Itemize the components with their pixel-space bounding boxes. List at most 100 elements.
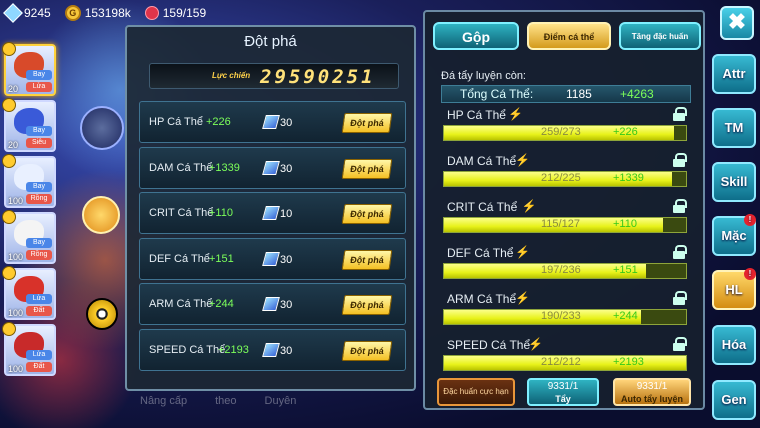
break-stone-icon [262, 297, 280, 311]
pokeball-badge-icon [2, 210, 16, 224]
stat-break-row: DAM Cá Thể +1339 30 Đột phá [139, 146, 406, 189]
break-stone-icon [262, 342, 280, 357]
lock-icon[interactable] [673, 107, 687, 121]
close-button[interactable]: ✖ [720, 6, 754, 40]
break-stone-icon [262, 160, 280, 175]
break-stone-cost: 30 [280, 162, 293, 175]
stat-bonus: +244 [209, 298, 234, 310]
underlay-tab-follow: theo [215, 395, 237, 407]
breakthrough-button[interactable]: Đột phá [341, 204, 393, 224]
breakthrough-button[interactable]: Đột phá [341, 113, 393, 133]
pokeball-icon[interactable] [86, 298, 118, 330]
pokemon-card[interactable]: 100 Bay Rồng [2, 210, 56, 264]
held-item-slot[interactable] [80, 106, 124, 150]
pokemon-card[interactable]: 20 Bay Siêu [2, 98, 56, 152]
stat-break-list: HP Cá Thể +226 30 Đột phá DAM Cá Thể +1339 30 Đ… [139, 101, 406, 374]
combat-power-value: 29590251 [260, 66, 376, 88]
stat-name: CRIT Cá Thể [447, 200, 518, 214]
pokeball-badge-icon [2, 322, 16, 336]
type-tag: Bay [26, 70, 52, 80]
pokemon-card[interactable]: 100 Lửa Đất [2, 266, 56, 320]
pokemon-card[interactable]: 20 Bay Lửa [2, 42, 56, 96]
lightning-icon: ⚡ [521, 199, 537, 213]
menu-label: Gen [721, 392, 747, 407]
breakthrough-button[interactable]: Đột phá [341, 340, 393, 361]
break-stone-icon [262, 115, 280, 129]
stones-remaining-label: Đá tẩy luyện còn: [441, 70, 526, 82]
menu-hl-button[interactable]: HL! [712, 268, 756, 310]
stat-name: HP Cá Thể [149, 116, 204, 128]
lock-icon[interactable] [673, 245, 687, 259]
type-tag: Đất [26, 362, 52, 372]
alert-badge-icon: ! [744, 214, 756, 226]
stamina-icon [144, 6, 159, 20]
menu-label: Hóa [721, 337, 747, 352]
total-stat-bar: Tổng Cá Thể: 1185 +4263 [441, 85, 691, 103]
stat-bonus: +226 [206, 116, 231, 128]
pokemon-level: 20 [8, 140, 19, 150]
lock-icon[interactable] [673, 199, 687, 213]
menu-label: TM [724, 120, 744, 135]
alert-badge-icon: ! [744, 268, 756, 280]
break-stone-cost: 10 [280, 208, 293, 220]
lightning-icon: ⚡ [528, 337, 544, 351]
breakthrough-button[interactable]: Đột phá [341, 295, 393, 315]
lock-icon[interactable] [673, 153, 687, 167]
type-tag: Bay [26, 182, 52, 192]
extreme-training-button[interactable]: Đặc huấn cực hạn [437, 378, 515, 406]
stat-name: CRIT Cá Thể [149, 207, 214, 219]
stat-bar-row: CRIT Cá Thể ⚡ 115/127 +110 [443, 199, 691, 245]
lightning-icon: ⚡ [515, 245, 530, 259]
gem-count: 9245 [24, 6, 51, 20]
gem-resource: 9245 [3, 3, 51, 23]
stat-bonus: +110 [209, 207, 233, 219]
breakthrough-button[interactable]: Đột phá [341, 249, 393, 270]
tab-special-training[interactable]: Tăng đặc huấn [619, 22, 701, 50]
menu-skill-button[interactable]: Skill [712, 162, 756, 202]
menu-attr-button[interactable]: Attr [712, 54, 756, 94]
lock-icon[interactable] [673, 291, 687, 305]
pokeball-badge-icon [2, 98, 16, 112]
underlay-tabs: Nâng cấp theo Duyên [140, 395, 296, 407]
menu-tm-button[interactable]: TM [712, 108, 756, 148]
pokemon-card[interactable]: 100 Lửa Đất [2, 322, 56, 376]
lightning-icon: ⚡ [508, 107, 524, 121]
stat-break-row: SPEED Cá Thể +2193 30 Đột phá [139, 328, 406, 371]
type-tag: Siêu [26, 138, 52, 148]
auto-wash-count: 9331/1 [636, 381, 668, 392]
auto-wash-button[interactable]: 9331/1 Auto tẩy luyện [613, 378, 691, 406]
pokemon-level: 100 [8, 308, 24, 318]
break-stone-cost: 30 [280, 344, 293, 357]
break-stone-cost: 30 [280, 117, 293, 129]
menu-hóa-button[interactable]: Hóa [712, 325, 756, 365]
stat-value: 197/236 [541, 264, 581, 276]
lock-icon[interactable] [673, 337, 687, 351]
stat-name: ARM Cá Thể [447, 292, 517, 306]
breakthrough-panel: Đột phá Lực chiến 29590251 HP Cá Thể +226… [125, 25, 416, 391]
tab-stat-points[interactable]: Điểm cá thể [527, 22, 611, 50]
pokemon-card[interactable]: 100 Bay Rồng [2, 154, 56, 208]
stat-name: HP Cá Thể [447, 108, 506, 122]
stat-name: DAM Cá Thể [149, 161, 213, 174]
break-stone-icon [262, 251, 280, 266]
stat-name: SPEED Cá Thể [447, 338, 531, 352]
type-tag: Rồng [26, 250, 52, 260]
menu-label: HL [725, 282, 743, 297]
stat-bonus: +226 [613, 126, 638, 138]
break-stone-cost: 30 [280, 299, 293, 311]
wash-button[interactable]: 9331/1 Tẩy [527, 378, 599, 406]
stat-name: DEF Cá Thể [149, 252, 210, 265]
type-tag: Lửa [26, 294, 52, 304]
breakthrough-button[interactable]: Đột phá [341, 158, 393, 179]
menu-gen-button[interactable]: Gen [712, 380, 756, 420]
stat-bars: HP Cá Thể ⚡ 259/273 +226 DAM Cá Thể ⚡ 212/225 +… [443, 107, 691, 383]
gold-count: 153198k [84, 6, 131, 20]
total-value: 1185 [566, 87, 592, 101]
stat-bonus: +110 [613, 218, 637, 230]
tab-merge[interactable]: Gộp [433, 22, 519, 50]
menu-mặc-button[interactable]: Mặc! [712, 214, 756, 256]
menu-label: Mặc [721, 228, 747, 243]
stat-bonus: +151 [613, 264, 638, 276]
stat-break-row: HP Cá Thể +226 30 Đột phá [139, 101, 406, 143]
lock-button[interactable] [82, 196, 120, 234]
